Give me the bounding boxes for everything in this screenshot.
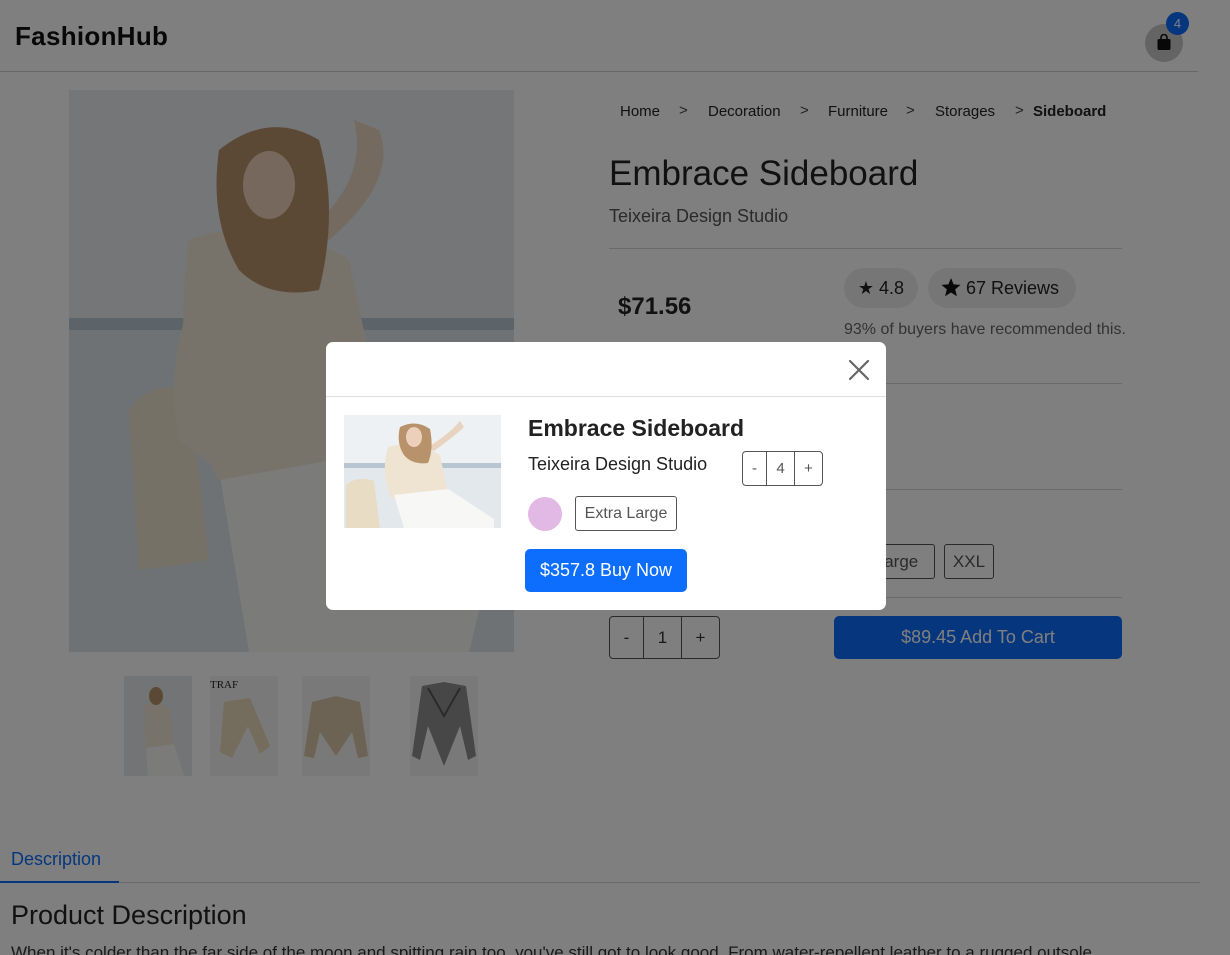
modal-quantity-stepper: - 4 + (742, 451, 823, 486)
modal-header-divider (326, 396, 886, 397)
color-swatch[interactable] (528, 497, 562, 531)
quick-buy-modal: Embrace Sideboard Teixeira Design Studio… (326, 342, 886, 610)
selected-size[interactable]: Extra Large (575, 496, 677, 531)
modal-product-title: Embrace Sideboard (528, 415, 745, 441)
modal-product-image (344, 415, 501, 528)
modal-quantity-decrement-button[interactable]: - (743, 452, 767, 485)
modal-quantity-increment-button[interactable]: + (795, 452, 822, 485)
modal-product-brand: Teixeira Design Studio (528, 454, 708, 474)
close-button[interactable] (845, 356, 873, 384)
buy-now-button[interactable]: $357.8 Buy Now (525, 549, 687, 592)
modal-quantity-value[interactable]: 4 (767, 452, 795, 485)
close-icon (848, 359, 870, 381)
